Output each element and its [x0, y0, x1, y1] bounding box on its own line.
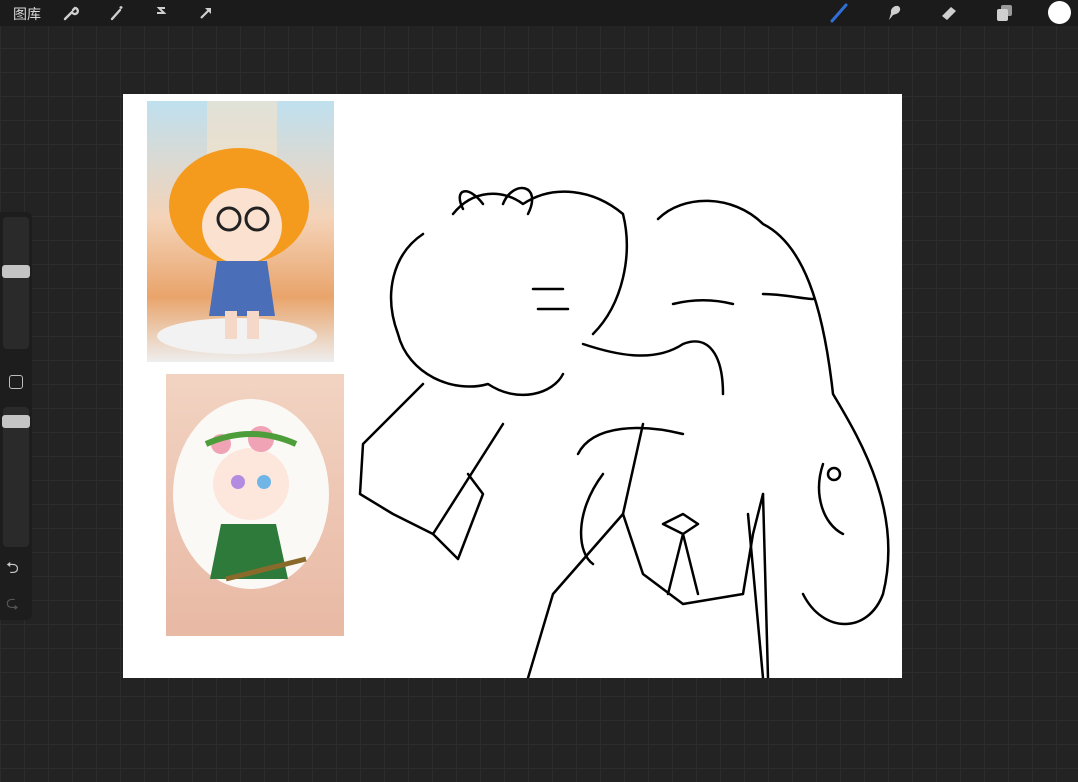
color-swatch[interactable]	[1048, 1, 1071, 24]
line-art-sketch	[358, 186, 890, 678]
opacity-slider[interactable]	[3, 407, 29, 547]
eraser-icon[interactable]	[935, 0, 963, 26]
magic-wand-icon[interactable]	[103, 0, 131, 26]
modify-button[interactable]	[9, 375, 23, 389]
top-toolbar: 图库	[0, 0, 1078, 26]
layers-icon[interactable]	[990, 0, 1018, 26]
sidebar: ⮌ ⮎	[0, 212, 32, 620]
opacity-thumb[interactable]	[2, 415, 30, 428]
brush-size-slider[interactable]	[3, 217, 29, 349]
redo-icon[interactable]: ⮎	[6, 592, 19, 619]
undo-icon[interactable]: ⮌	[6, 557, 19, 584]
drawing-canvas[interactable]	[123, 94, 902, 678]
brush-icon[interactable]	[825, 0, 853, 26]
gallery-button[interactable]: 图库	[13, 4, 41, 24]
wrench-icon[interactable]	[57, 0, 85, 26]
selection-icon[interactable]	[147, 0, 175, 26]
transform-arrow-icon[interactable]	[192, 0, 220, 26]
smudge-icon[interactable]	[880, 0, 908, 26]
brush-size-thumb[interactable]	[2, 265, 30, 279]
